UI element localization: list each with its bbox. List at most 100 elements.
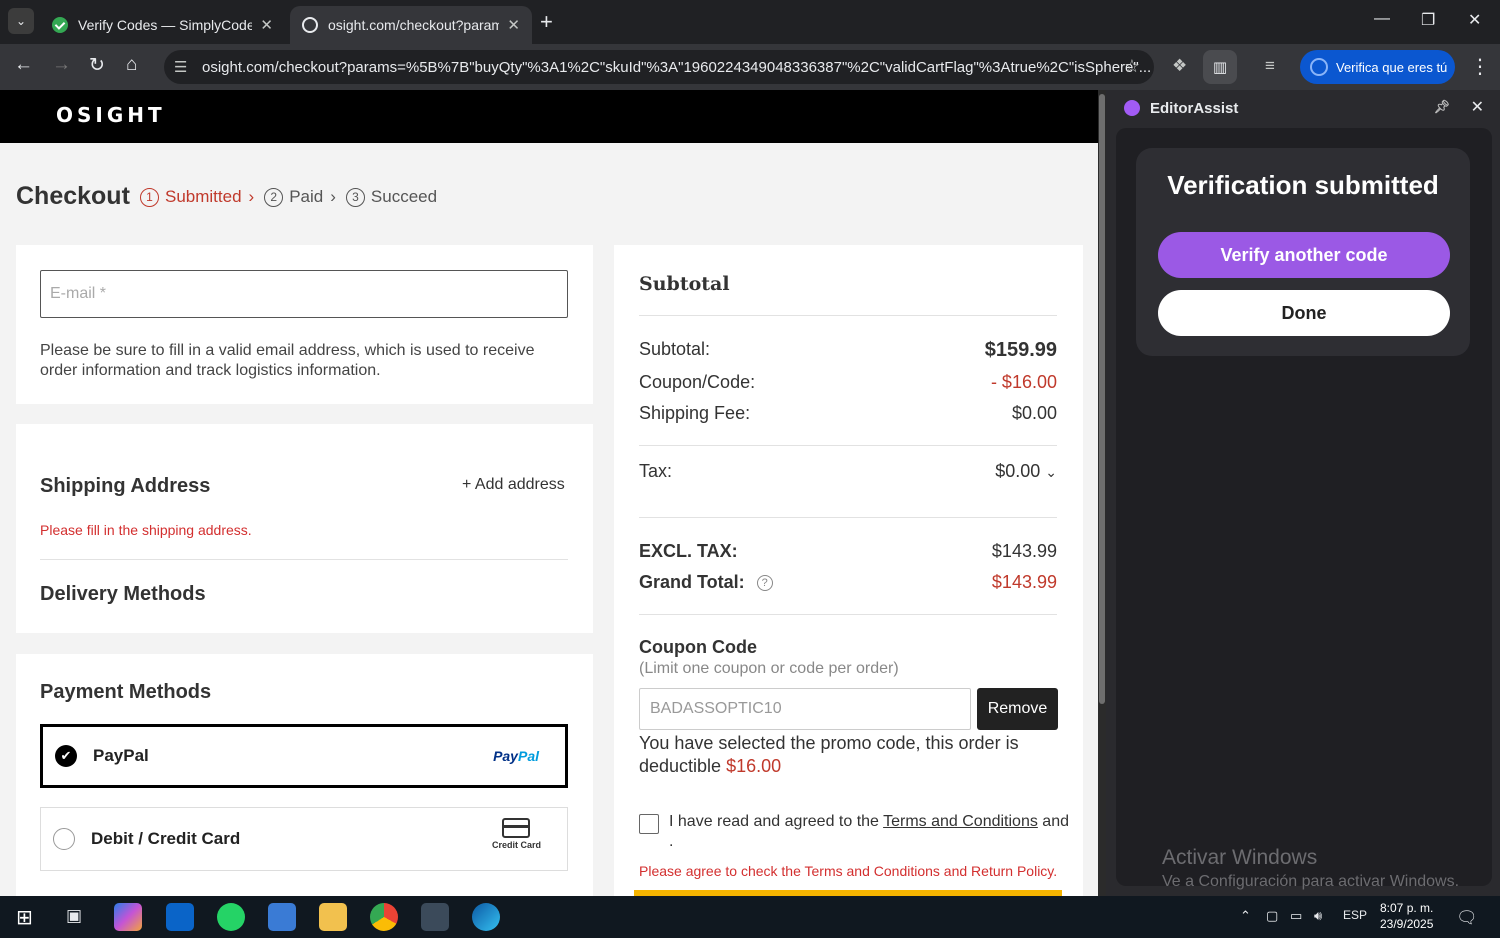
chevron-down-icon[interactable]: ⌄ (1045, 464, 1057, 480)
step-paid: 2 Paid › (264, 187, 346, 207)
delivery-methods-title: Delivery Methods (40, 583, 206, 605)
radio-button[interactable] (53, 828, 75, 850)
promo-amount: $16.00 (726, 756, 782, 776)
simplycodes-favicon-icon (52, 17, 68, 33)
clock-time: 8:07 p. m. (1380, 901, 1434, 915)
back-arrow-icon[interactable]: ← (14, 54, 33, 76)
shipping-card: Shipping Address + Add address Please fi… (16, 424, 593, 633)
site-header: OSIGHT (0, 90, 1098, 143)
scrollbar-thumb[interactable] (1099, 94, 1105, 704)
volume-icon[interactable]: 🔊︎ (1314, 908, 1322, 924)
shipping-fee-label: Shipping Fee: (639, 403, 751, 423)
payment-option-card[interactable]: Debit / Credit Card Credit Card (40, 807, 568, 871)
card-shape (502, 818, 531, 838)
tax-value: $0.00 (995, 461, 1041, 481)
chevron-right-icon: › (330, 187, 336, 206)
checkout-page: OSIGHT Checkout 1 Submitted › 2 Paid › 3… (0, 90, 1098, 896)
excl-tax-value: $143.99 (991, 541, 1057, 561)
bookmark-star-icon[interactable]: ☆ (1124, 56, 1140, 77)
verify-another-code-button[interactable]: Verify another code (1158, 232, 1450, 278)
restore-icon[interactable]: ❐ (1421, 10, 1435, 30)
shipping-fee-value: $0.00 (1011, 403, 1057, 423)
tab-simplycodes[interactable]: Verify Codes — SimplyCodes ✕ (40, 6, 285, 44)
step-number: 3 (345, 187, 365, 207)
verify-profile-pill[interactable]: Verifica que eres tú (1300, 50, 1455, 84)
new-tab-plus-icon[interactable]: + (540, 9, 553, 35)
windows-start-icon[interactable]: ⊞ (16, 905, 33, 930)
summary-tax-row[interactable]: Tax: $0.00 ⌄ (639, 461, 1057, 482)
terms-checkbox[interactable] (639, 814, 659, 834)
terms-and-conditions-link[interactable]: Terms and Conditions (883, 813, 1038, 830)
store-icon[interactable] (268, 903, 296, 931)
step-label: Submitted (165, 187, 242, 206)
chrome-icon[interactable] (370, 903, 398, 931)
clock-date: 23/9/2025 (1380, 917, 1434, 931)
reload-icon[interactable]: ↻ (89, 54, 105, 77)
tab-close-icon[interactable]: ✕ (507, 16, 520, 34)
tab-search-chevron-icon[interactable]: ⌄ (8, 8, 34, 34)
terms-warning: Please agree to check the Terms and Cond… (639, 863, 1058, 879)
osight-logo[interactable]: OSIGHT (56, 103, 166, 127)
forward-arrow-icon[interactable]: → (52, 54, 71, 76)
tab-close-icon[interactable]: ✕ (260, 16, 273, 34)
side-panel-body: Verification submitted Verify another co… (1116, 128, 1492, 890)
subtotal-value: $159.99 (984, 339, 1057, 361)
address-bar[interactable]: ☰ osight.com/checkout?params=%5B%7B"buyQ… (164, 50, 1154, 84)
order-summary-card: Subtotal Subtotal: $159.99 Coupon/Code: … (614, 245, 1083, 896)
copilot-icon[interactable] (114, 903, 142, 931)
file-explorer-icon[interactable] (319, 903, 347, 931)
checkout-steps: 1 Submitted › 2 Paid › 3 Succeed (140, 187, 437, 207)
terms-text: I have read and agreed to the Terms and … (669, 812, 1069, 852)
activate-windows-title: Activar Windows (1162, 846, 1318, 869)
side-panel-icon[interactable]: ▥ (1203, 50, 1237, 84)
task-view-icon[interactable]: ▣ (66, 906, 82, 926)
shipping-warning: Please fill in the shipping address. (40, 522, 252, 538)
browser-tab-bar: ⌄ Verify Codes — SimplyCodes ✕ osight.co… (0, 0, 1500, 44)
email-card: Please be sure to fill in a valid email … (16, 245, 593, 404)
tab-osight-checkout[interactable]: osight.com/checkout?params=% ✕ (290, 6, 532, 44)
email-input[interactable] (40, 270, 568, 318)
extensions-puzzle-icon[interactable]: ❖ (1172, 56, 1187, 76)
question-help-icon[interactable]: ? (756, 575, 773, 591)
shipping-address-title: Shipping Address (40, 475, 211, 497)
app-icon[interactable] (421, 903, 449, 931)
minimize-icon[interactable]: — (1374, 10, 1390, 28)
summary-title: Subtotal (639, 273, 730, 295)
excl-tax-label: EXCL. TAX: (639, 541, 738, 561)
step-succeed: 3 Succeed (345, 187, 437, 207)
step-label: Paid (289, 187, 324, 206)
media-controls-icon[interactable]: ≡ (1265, 56, 1275, 76)
browser-menu-icon[interactable]: ⋮ (1470, 54, 1490, 79)
tray-overflow-chevron-icon[interactable]: ⌃ (1240, 908, 1251, 924)
terms-suffix: and (1042, 813, 1069, 830)
chevron-right-icon: › (248, 187, 255, 206)
email-help-text: Please be sure to fill in a valid email … (40, 342, 535, 379)
done-button[interactable]: Done (1158, 290, 1450, 336)
edge-icon[interactable] (472, 903, 500, 931)
site-settings-icon[interactable]: ☰ (174, 58, 187, 76)
tab-title: osight.com/checkout?params=% (328, 17, 500, 33)
tax-label: Tax: (639, 461, 673, 481)
add-address-button[interactable]: + Add address (462, 476, 565, 494)
meet-now-icon[interactable]: ▢ (1266, 908, 1278, 924)
language-indicator[interactable]: ESP (1343, 908, 1367, 922)
promo-note: You have selected the promo code, this o… (639, 732, 1059, 778)
page-scrollbar[interactable] (1098, 90, 1106, 896)
outlook-icon[interactable] (166, 903, 194, 931)
browser-toolbar: ← → ↻ ⌂ ☰ osight.com/checkout?params=%5B… (0, 44, 1500, 90)
taskbar-clock[interactable]: 8:07 p. m. 23/9/2025 (1380, 900, 1433, 932)
grand-total-value: $143.99 (991, 572, 1057, 592)
tax-value-group[interactable]: $0.00 ⌄ (995, 461, 1057, 482)
verification-heading: Verification submitted (1167, 170, 1439, 200)
whatsapp-icon[interactable] (217, 903, 245, 931)
notifications-icon[interactable]: 🗨︎ (1456, 908, 1478, 928)
pin-icon[interactable]: 📌︎ (1433, 99, 1450, 115)
home-icon[interactable]: ⌂ (126, 54, 137, 76)
remove-coupon-button[interactable]: Remove (977, 688, 1058, 730)
payment-option-paypal[interactable]: ✔ PayPal PayPal (40, 724, 568, 788)
summary-excl-tax-row: EXCL. TAX: $143.99 (639, 541, 1057, 562)
close-window-icon[interactable]: ✕ (1468, 10, 1481, 30)
close-panel-icon[interactable]: ✕ (1471, 97, 1484, 117)
coupon-code-input[interactable] (639, 688, 971, 730)
network-icon[interactable]: ▭ (1290, 908, 1302, 924)
